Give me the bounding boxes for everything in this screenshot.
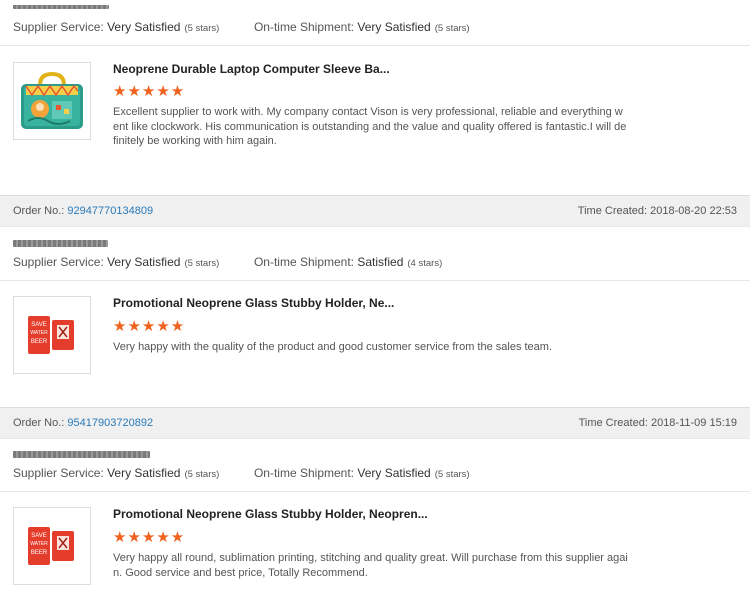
product-title-link[interactable]: Neoprene Durable Laptop Computer Sleeve …: [113, 62, 390, 76]
product-thumbnail[interactable]: SAVE WATER BEER: [13, 296, 91, 374]
order-number-link[interactable]: 92947770134809: [67, 205, 153, 217]
product-title-link[interactable]: Promotional Neoprene Glass Stubby Holder…: [113, 507, 428, 521]
product-thumbnail[interactable]: [13, 62, 91, 140]
shipment-rating: Very Satisfied: [357, 20, 431, 34]
rating-line: Supplier Service: Very Satisfied (5 stars…: [13, 255, 443, 269]
product-thumbnail[interactable]: SAVE WATER BEER: [13, 507, 91, 585]
review-product: Neoprene Durable Laptop Computer Sleeve …: [0, 45, 750, 179]
time-created-value: 2018-11-09 15:19: [650, 417, 737, 429]
review-text: Very happy all round, sublimation printi…: [113, 552, 628, 579]
review-stars: ★★★★★: [113, 318, 186, 335]
time-created-value: 2018-08-20 22:53: [650, 205, 737, 217]
shipment-rating: Satisfied: [357, 255, 404, 269]
product-title-link[interactable]: Promotional Neoprene Glass Stubby Holder…: [113, 296, 394, 310]
order-number-link[interactable]: 95417903720892: [67, 417, 153, 429]
svg-text:BEER: BEER: [31, 339, 48, 345]
redacted-username: [13, 451, 150, 458]
review-text: Very happy with the quality of the produ…: [113, 341, 553, 353]
review-product: SAVE WATER BEER Promotional Neoprene Gla…: [0, 280, 750, 390]
review-stars: ★★★★★: [113, 83, 186, 100]
svg-text:SAVE: SAVE: [31, 322, 47, 328]
stubby-holder-icon: SAVE WATER BEER: [28, 527, 74, 565]
supplier-rating: Very Satisfied: [107, 255, 181, 269]
redacted-username: [13, 240, 108, 247]
rating-line: Supplier Service: Very Satisfied (5 stars…: [13, 20, 470, 34]
laptop-sleeve-bag-icon: [21, 71, 83, 129]
redacted-username: [13, 5, 109, 9]
svg-text:BEER: BEER: [31, 550, 48, 556]
order-header: Order No.: 95417903720892 Time Created: …: [0, 407, 750, 439]
stubby-holder-icon: SAVE WATER BEER: [28, 316, 74, 354]
svg-text:WATER: WATER: [30, 330, 48, 336]
shipment-rating: Very Satisfied: [357, 466, 431, 480]
order-header: Order No.: 92947770134809 Time Created: …: [0, 195, 750, 227]
review-product: SAVE WATER BEER Promotional Neoprene Gla…: [0, 491, 750, 589]
svg-text:WATER: WATER: [30, 541, 48, 547]
supplier-rating: Very Satisfied: [107, 20, 181, 34]
review-stars: ★★★★★: [113, 529, 186, 546]
rating-line: Supplier Service: Very Satisfied (5 stars…: [13, 466, 470, 480]
svg-text:SAVE: SAVE: [31, 533, 47, 539]
supplier-rating: Very Satisfied: [107, 466, 181, 480]
review-text: Excellent supplier to work with. My comp…: [113, 106, 627, 147]
